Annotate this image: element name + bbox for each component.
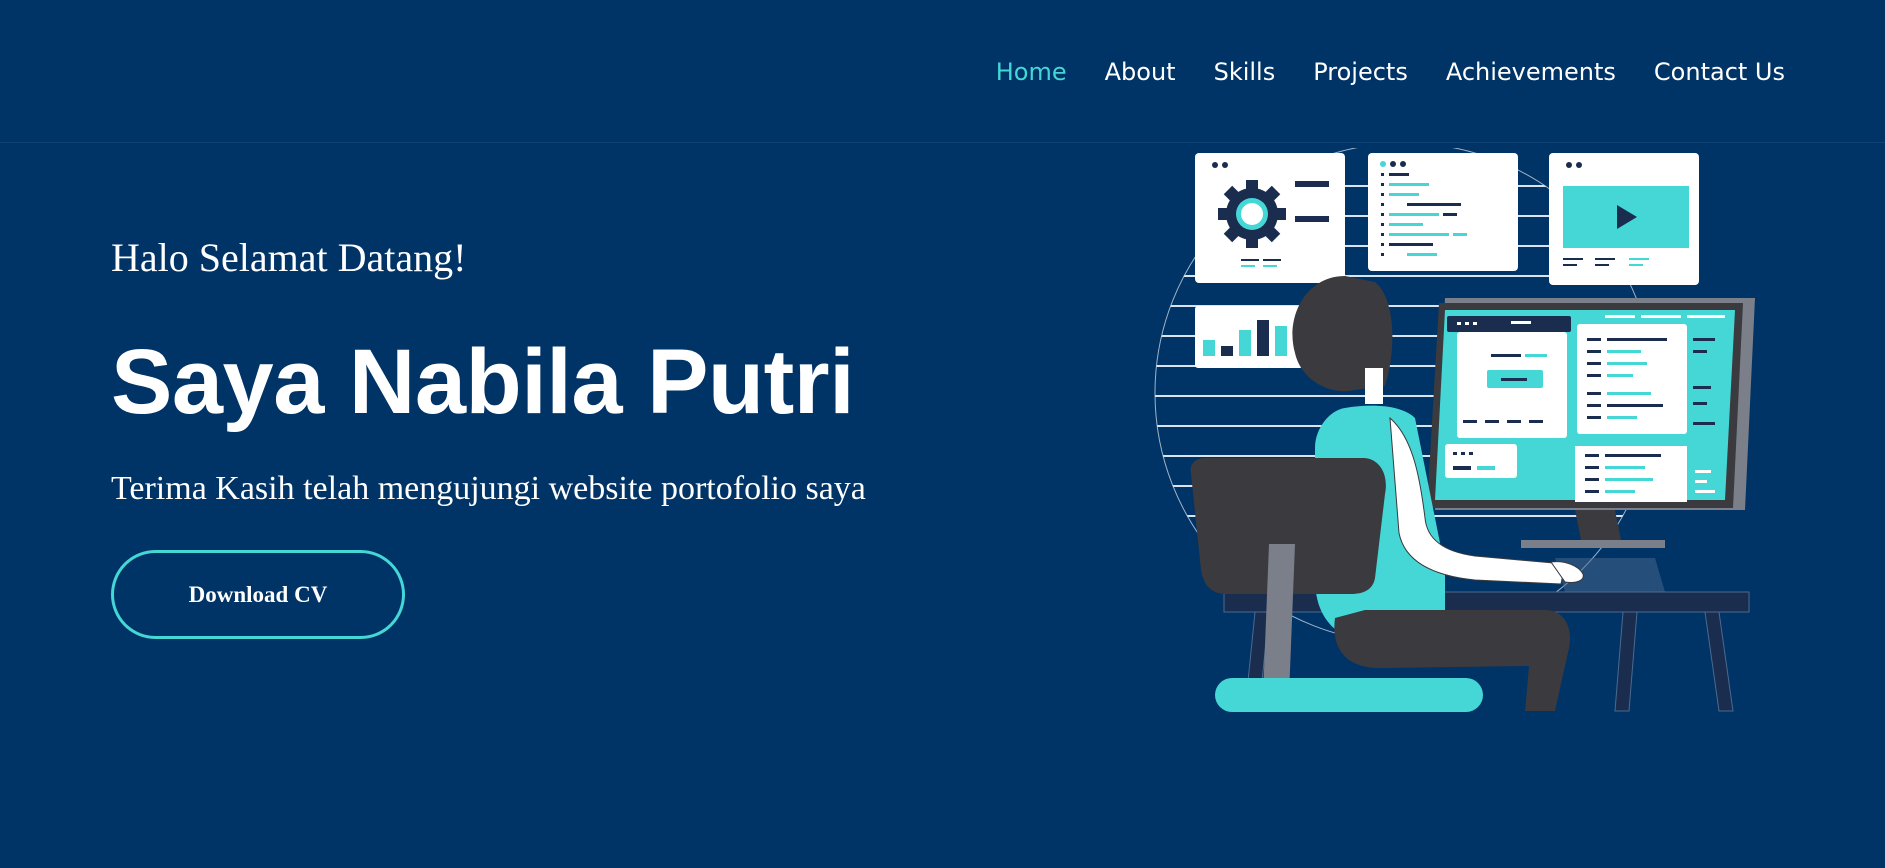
- nav-item-home: Home: [996, 52, 1067, 92]
- monitor: [1427, 298, 1755, 548]
- hero-tagline: Terima Kasih telah mengujungi website po…: [111, 470, 866, 507]
- nav-link-achievements[interactable]: Achievements: [1446, 58, 1616, 86]
- hero-name: Saya Nabila Putri: [111, 331, 855, 433]
- bar-chart-card: [1195, 306, 1303, 368]
- nav-link-projects[interactable]: Projects: [1313, 58, 1408, 86]
- nav-item-contact: Contact Us: [1654, 52, 1785, 92]
- developer-at-computer-illustration: [1154, 148, 1755, 712]
- navbar: Home About Skills Projects Achievements …: [0, 0, 1885, 143]
- nav-link-contact[interactable]: Contact Us: [1654, 58, 1785, 86]
- nav-link-skills[interactable]: Skills: [1214, 58, 1276, 86]
- video-card: [1549, 153, 1699, 285]
- nav-link-about[interactable]: About: [1105, 58, 1176, 86]
- nav-item-achievements: Achievements: [1446, 52, 1616, 92]
- nav-link-home[interactable]: Home: [996, 58, 1067, 86]
- hero-greeting: Halo Selamat Datang!: [111, 235, 467, 280]
- code-card: [1368, 153, 1518, 271]
- nav-item-projects: Projects: [1313, 52, 1408, 92]
- nav-item-skills: Skills: [1214, 52, 1276, 92]
- download-cv-button[interactable]: Download CV: [111, 550, 405, 639]
- nav-menu: Home About Skills Projects Achievements …: [996, 52, 1785, 92]
- hero-section: Halo Selamat Datang! Saya Nabila Putri T…: [111, 230, 866, 507]
- gear-card: [1195, 153, 1345, 283]
- nav-item-about: About: [1105, 52, 1176, 92]
